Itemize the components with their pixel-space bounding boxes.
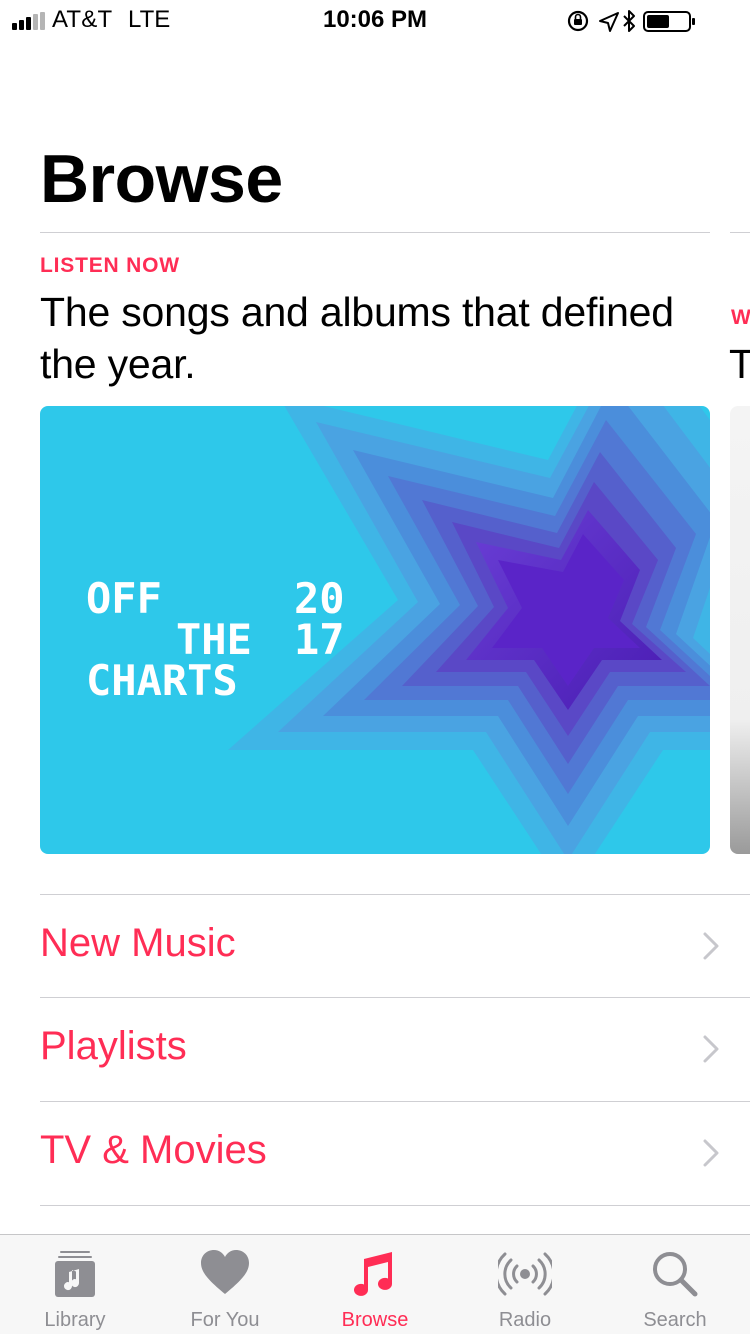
tab-label: Search [643, 1309, 707, 1331]
battery-icon [643, 11, 695, 32]
browse-row-label: TV & Movies [40, 1128, 267, 1172]
tab-bar: Library For You Browse Radio Search [0, 1234, 750, 1334]
featured-label: LISTEN NOW [40, 254, 180, 277]
title-divider-next [730, 232, 750, 233]
music-note-icon [354, 1252, 392, 1296]
featured-artwork[interactable]: OFF THE CHARTS 20 17 [40, 406, 710, 854]
next-featured-label: W [731, 306, 750, 329]
chevron-right-icon [703, 1035, 719, 1063]
tab-browse[interactable]: Browse [300, 1235, 450, 1334]
status-icons [567, 10, 695, 32]
list-divider [40, 1205, 750, 1206]
next-featured-headline[interactable]: T [729, 338, 750, 390]
next-featured-artwork[interactable] [730, 406, 750, 854]
heart-icon [201, 1250, 249, 1294]
browse-row-playlists[interactable]: Playlists [40, 998, 750, 1100]
library-icon [55, 1251, 95, 1297]
tab-label: Browse [341, 1309, 409, 1331]
tab-for-you[interactable]: For You [150, 1235, 300, 1334]
browse-row-label: New Music [40, 921, 236, 965]
chevron-right-icon [703, 932, 719, 960]
page-title: Browse [40, 141, 283, 217]
chevron-right-icon [703, 1139, 719, 1167]
bluetooth-icon [623, 10, 635, 32]
artwork-text-the: THE [176, 615, 252, 664]
location-icon [599, 12, 619, 32]
artwork-text-off: OFF [86, 574, 162, 623]
featured-headline[interactable]: The songs and albums that defined the ye… [40, 286, 720, 390]
off-the-charts-artwork [40, 406, 710, 854]
artwork-text-charts: CHARTS [86, 656, 238, 705]
browse-row-tv-movies[interactable]: TV & Movies [40, 1102, 750, 1204]
status-bar: AT&T LTE 10:06 PM [0, 0, 750, 40]
tab-radio[interactable]: Radio [450, 1235, 600, 1334]
browse-row-label: Playlists [40, 1024, 187, 1068]
tab-library[interactable]: Library [0, 1235, 150, 1334]
artwork-year-top: 20 [294, 574, 345, 623]
browse-row-new-music[interactable]: New Music [40, 895, 750, 997]
orientation-lock-icon [567, 10, 589, 32]
tab-search[interactable]: Search [600, 1235, 750, 1334]
tab-label: Library [44, 1309, 106, 1331]
tab-label: Radio [498, 1309, 552, 1331]
tab-label: For You [190, 1309, 260, 1331]
artwork-year-bottom: 17 [294, 615, 345, 664]
radio-icon [498, 1252, 552, 1296]
title-divider [40, 232, 710, 233]
search-icon [653, 1252, 698, 1297]
